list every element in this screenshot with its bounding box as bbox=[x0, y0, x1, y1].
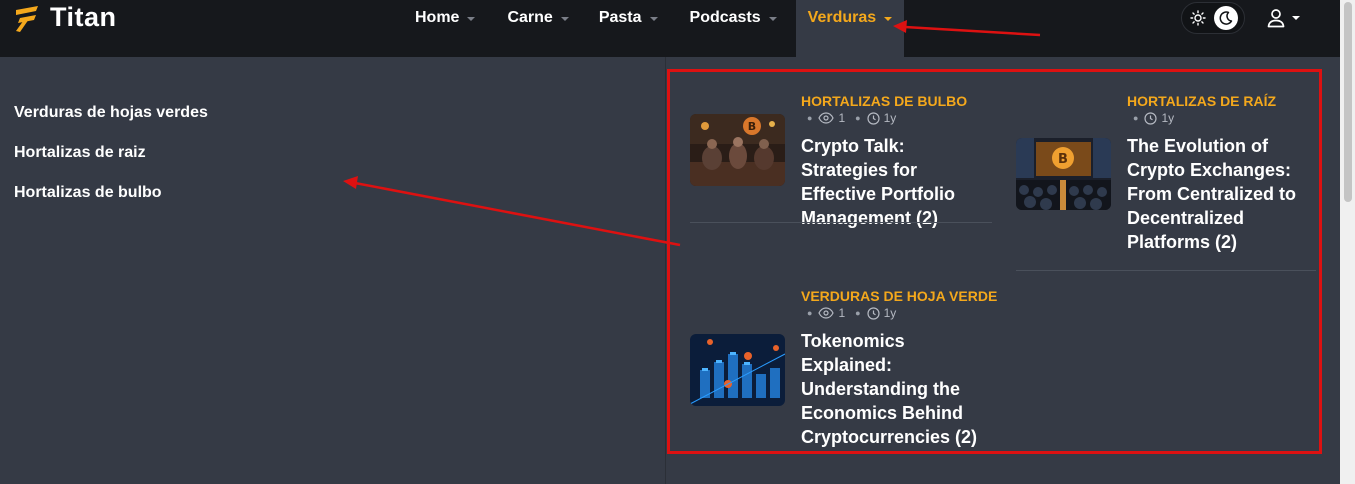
theme-toggle[interactable] bbox=[1181, 2, 1245, 34]
caret-down-icon bbox=[768, 16, 777, 21]
logo-text: Titan bbox=[50, 2, 117, 32]
nav-item-carne[interactable]: Carne bbox=[507, 0, 569, 36]
user-menu-button[interactable] bbox=[1266, 8, 1300, 28]
submenu-item-hojas-verdes[interactable]: Verduras de hojas verdes bbox=[14, 104, 208, 144]
nav-item-verduras[interactable]: Verduras bbox=[795, 0, 905, 57]
nav-item-pasta[interactable]: Pasta bbox=[599, 0, 658, 36]
annotation-arrowhead bbox=[343, 176, 358, 189]
caret-down-icon bbox=[884, 17, 893, 21]
caret-down-icon bbox=[649, 16, 658, 21]
submenu-item-raiz[interactable]: Hortalizas de raiz bbox=[14, 144, 208, 184]
nav-label: Verduras bbox=[807, 9, 877, 26]
menu-divider bbox=[665, 57, 666, 484]
nav-label: Podcasts bbox=[689, 9, 761, 26]
main-nav: Home Carne Pasta Podcasts Verduras bbox=[400, 0, 905, 57]
caret-down-icon bbox=[467, 16, 476, 21]
logo-icon bbox=[16, 5, 38, 32]
annotation-arrow bbox=[354, 181, 681, 247]
page-scrollbar[interactable] bbox=[1340, 0, 1355, 484]
nav-item-home[interactable]: Home bbox=[415, 0, 476, 36]
scrollbar-thumb[interactable] bbox=[1344, 2, 1352, 202]
nav-label: Home bbox=[415, 9, 460, 26]
top-navbar: Titan Home Carne Pasta Podcasts Verduras bbox=[0, 0, 1340, 57]
user-icon bbox=[1267, 9, 1285, 28]
nav-item-podcasts[interactable]: Podcasts bbox=[690, 0, 777, 36]
annotation-box bbox=[667, 69, 1322, 454]
caret-down-icon bbox=[1292, 16, 1300, 20]
sun-icon bbox=[1188, 8, 1208, 28]
nav-label: Pasta bbox=[598, 9, 642, 26]
moon-icon bbox=[1214, 6, 1238, 30]
submenu-item-bulbo[interactable]: Hortalizas de bulbo bbox=[14, 184, 208, 224]
caret-down-icon bbox=[560, 16, 569, 21]
nav-label: Carne bbox=[507, 9, 553, 26]
submenu-list: Verduras de hojas verdes Hortalizas de r… bbox=[14, 104, 208, 224]
site-logo[interactable]: Titan bbox=[14, 2, 117, 33]
